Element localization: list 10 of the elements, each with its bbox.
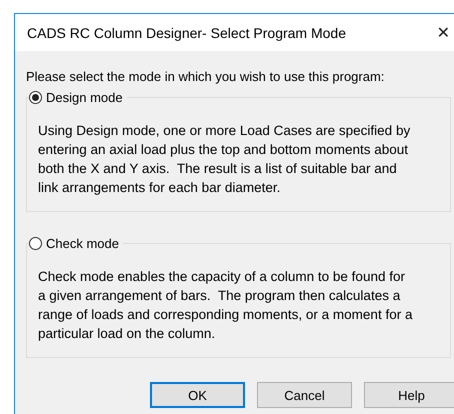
mode-radio[interactable]: Design mode (29, 90, 123, 105)
dialog-button[interactable]: Cancel (257, 382, 352, 408)
mode-description: Using Design mode, one or more Load Cases are specified by entering an axial load plus the top and bottom moments about both the X and Y axis. The result is a list of suitable bar and link arrangements for each bar diameter. (38, 122, 412, 197)
prompt-text: Please select the mode in which you wish to use this program: (26, 69, 386, 84)
close-button[interactable]: ✕ (426, 18, 454, 48)
window-title: CADS RC Column Designer- Select Program Mode (27, 24, 346, 40)
mode-description: Check mode enables the capacity of a column to be found for a given arrangement of bars. The program then calculates a range of loads and corresponding moments, or a moment for a particular load on the column. (38, 268, 414, 343)
mode-radio[interactable]: Check mode (29, 236, 119, 251)
dialog-button[interactable]: OK (150, 382, 245, 408)
dialog-button[interactable]: Help (364, 382, 454, 408)
